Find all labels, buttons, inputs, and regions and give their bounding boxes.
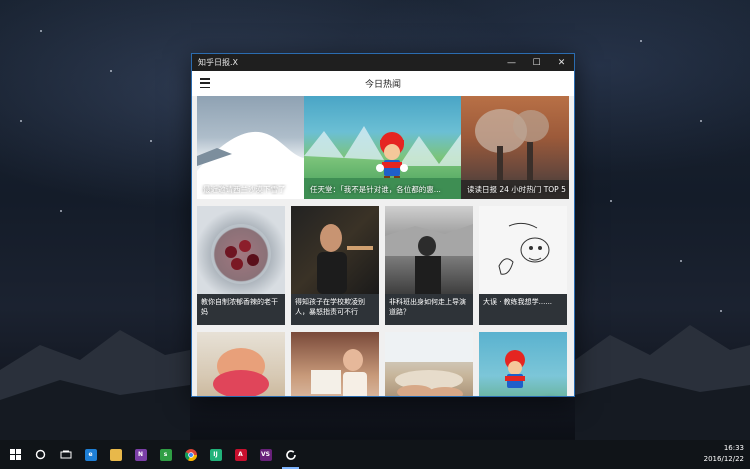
taskbar-app-visual-studio[interactable]: VS (253, 440, 278, 469)
system-clock[interactable]: 16:33 2016/12/22 (704, 443, 744, 465)
banner-slide[interactable]: 读读日报 24 小时热门 TOP 5 (461, 96, 569, 199)
taskbar-app-intellij[interactable]: IJ (203, 440, 228, 469)
star (680, 260, 682, 262)
banner-slide[interactable]: 任天堂：「我不是针对谁，各位都的惠... (304, 96, 461, 199)
onenote-icon: N (134, 448, 147, 461)
story-title: 大误 · 教练我想学...... (479, 294, 567, 325)
file-explorer-icon (109, 448, 122, 461)
banner-caption: 读读日报 24 小时热门 TOP 5 (467, 185, 566, 194)
taskbar-app-chrome[interactable] (178, 440, 203, 469)
taskbar-app-zhihu-daily[interactable] (278, 440, 303, 469)
star (610, 200, 612, 202)
window-title: 知乎日报.X (198, 58, 239, 67)
cortana-button[interactable] (28, 440, 53, 469)
star (20, 120, 22, 122)
banner-slide[interactable]: 最近邀请西兰沙漠下雪了 (197, 96, 304, 199)
chrome-icon (184, 448, 197, 461)
story-card[interactable]: 大误 · 教练我想学...... (479, 206, 567, 325)
man-portrait-image (291, 206, 379, 294)
photographer-image (385, 206, 473, 294)
taskbar-app-edge[interactable]: e (78, 440, 103, 469)
story-card[interactable] (291, 332, 379, 396)
maximize-button[interactable]: ☐ (524, 54, 549, 71)
banner-carousel[interactable]: 最近邀请西兰沙漠下雪了 任天堂：「我不是针对谁，各位都的惠... 读读日报 24… (197, 96, 569, 199)
taskbar-app-onenote[interactable]: N (128, 440, 153, 469)
story-title: 非科班出身如何走上导演道路？ (385, 294, 473, 325)
sauce-jar-image (197, 206, 285, 294)
story-card[interactable] (197, 332, 285, 396)
title-bar[interactable]: 知乎日报.X — ☐ ✕ (192, 54, 574, 71)
hands-food-image (385, 332, 473, 396)
task-view-button[interactable] (53, 440, 78, 469)
star (60, 210, 62, 212)
hamburger-menu-icon[interactable] (200, 78, 210, 88)
mario-image (479, 332, 567, 396)
story-card[interactable]: 非科班出身如何走上导演道路？ (385, 206, 473, 325)
star (40, 30, 42, 32)
minimize-button[interactable]: — (499, 54, 524, 71)
story-card[interactable] (385, 332, 473, 396)
story-card[interactable]: 教你自制浓郁香辣的老干妈 (197, 206, 285, 325)
banner-caption: 任天堂：「我不是针对谁，各位都的惠... (310, 185, 441, 194)
cortana-icon (35, 449, 46, 460)
star (110, 70, 112, 72)
zhihu-daily-icon (285, 449, 296, 460)
start-button[interactable] (3, 440, 28, 469)
story-card[interactable]: 得知孩子在学校欺凌别人，暴怒指责可不行 (291, 206, 379, 325)
close-button[interactable]: ✕ (549, 54, 574, 71)
star (700, 120, 702, 122)
windows-start-icon (10, 449, 21, 460)
story-title: 教你自制浓郁香辣的老干妈 (197, 294, 285, 325)
edge-icon: e (84, 448, 97, 461)
story-title: 得知孩子在学校欺凌别人，暴怒指责可不行 (291, 294, 379, 325)
banner-caption: 最近邀请西兰沙漠下雪了 (203, 185, 286, 194)
story-card[interactable] (479, 332, 567, 396)
star (150, 140, 152, 142)
visual-studio-icon: VS (259, 448, 272, 461)
taskbar: e N s IJ A VS 16:33 2016/12/22 (0, 440, 750, 469)
clock-date: 2016/12/22 (703, 455, 744, 463)
clock-time: 16:33 (723, 444, 744, 452)
acrobat-icon: A (234, 448, 247, 461)
star (640, 40, 642, 42)
doodle-image (479, 206, 567, 294)
task-view-icon (60, 450, 71, 458)
taskbar-app-green[interactable]: s (153, 440, 178, 469)
green-app-icon: s (159, 448, 172, 461)
ice-cream-image (197, 332, 285, 396)
app-header: 今日热闻 (192, 71, 574, 96)
page-title: 今日热闻 (364, 80, 401, 90)
content-area[interactable]: 最近邀请西兰沙漠下雪了 任天堂：「我不是针对谁，各位都的惠... 读读日报 24… (192, 96, 574, 396)
app-window[interactable]: 知乎日报.X — ☐ ✕ 今日热闻 最近邀请西兰沙漠下雪了 任天堂：「我不是针对… (191, 53, 575, 397)
intellij-icon: IJ (209, 448, 222, 461)
kid-reading-image (291, 332, 379, 396)
taskbar-app-explorer[interactable] (103, 440, 128, 469)
taskbar-app-acrobat[interactable]: A (228, 440, 253, 469)
